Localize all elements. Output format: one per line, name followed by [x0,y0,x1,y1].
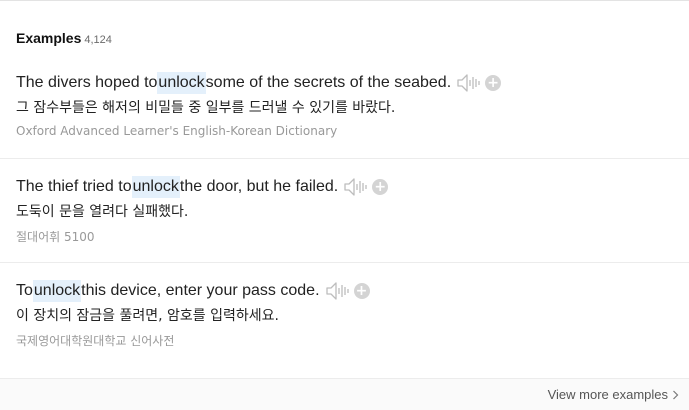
sentence-text-before: The thief tried to [16,178,132,195]
example-source: Oxford Advanced Learner's English-Korean… [16,124,338,138]
sentence-text-after: this device, enter your pass code. [81,282,320,299]
sentence-text-after: the door, but he failed. [179,178,339,195]
speaker-icon[interactable] [457,73,481,93]
example-source: 절대어휘 5100 [16,230,95,244]
example-item: The thief tried to unlock the door, but … [16,176,689,245]
speaker-icon[interactable] [344,177,368,197]
examples-header: Examples 4,124 [16,30,112,48]
example-item: The divers hoped to unlock some of the s… [16,72,689,138]
divider [0,262,689,263]
example-source: 국제영어대학원대학교 신어사전 [16,334,175,348]
example-sentence: To unlock this device, enter your pass c… [16,280,689,302]
divider [0,158,689,159]
sentence-text-before: The divers hoped to [16,74,158,91]
sentence-text-after: some of the secrets of the seabed. [205,74,452,91]
examples-footer: View more examples [0,378,689,410]
chevron-right-icon [673,390,679,399]
example-translation: 도둑이 문을 열려다 실패했다. [16,204,189,220]
sentence-text-before: To [16,282,33,299]
section-title: Examples [16,30,82,46]
example-sentence: The divers hoped to unlock some of the s… [16,72,689,94]
add-plus-icon[interactable]: + [372,179,389,195]
example-translation: 그 잠수부들은 해저의 비밀들 중 일부를 드러낼 수 있기를 바랐다. [16,100,396,116]
example-item: To unlock this device, enter your pass c… [16,280,689,349]
add-plus-icon[interactable]: + [485,75,502,91]
examples-count: 4,124 [84,34,112,46]
speaker-icon[interactable] [325,281,350,301]
add-plus-icon[interactable]: + [353,283,370,299]
keyword-highlight: unlock [131,176,180,198]
keyword-highlight: unlock [157,72,206,94]
example-sentence: The thief tried to unlock the door, but … [16,176,689,198]
view-more-examples-link[interactable]: View more examples [548,387,679,402]
view-more-label: View more examples [547,387,668,402]
top-divider [0,0,689,1]
keyword-highlight: unlock [32,280,82,302]
example-translation: 이 장치의 잠금을 풀려면, 암호를 입력하세요. [16,308,279,324]
